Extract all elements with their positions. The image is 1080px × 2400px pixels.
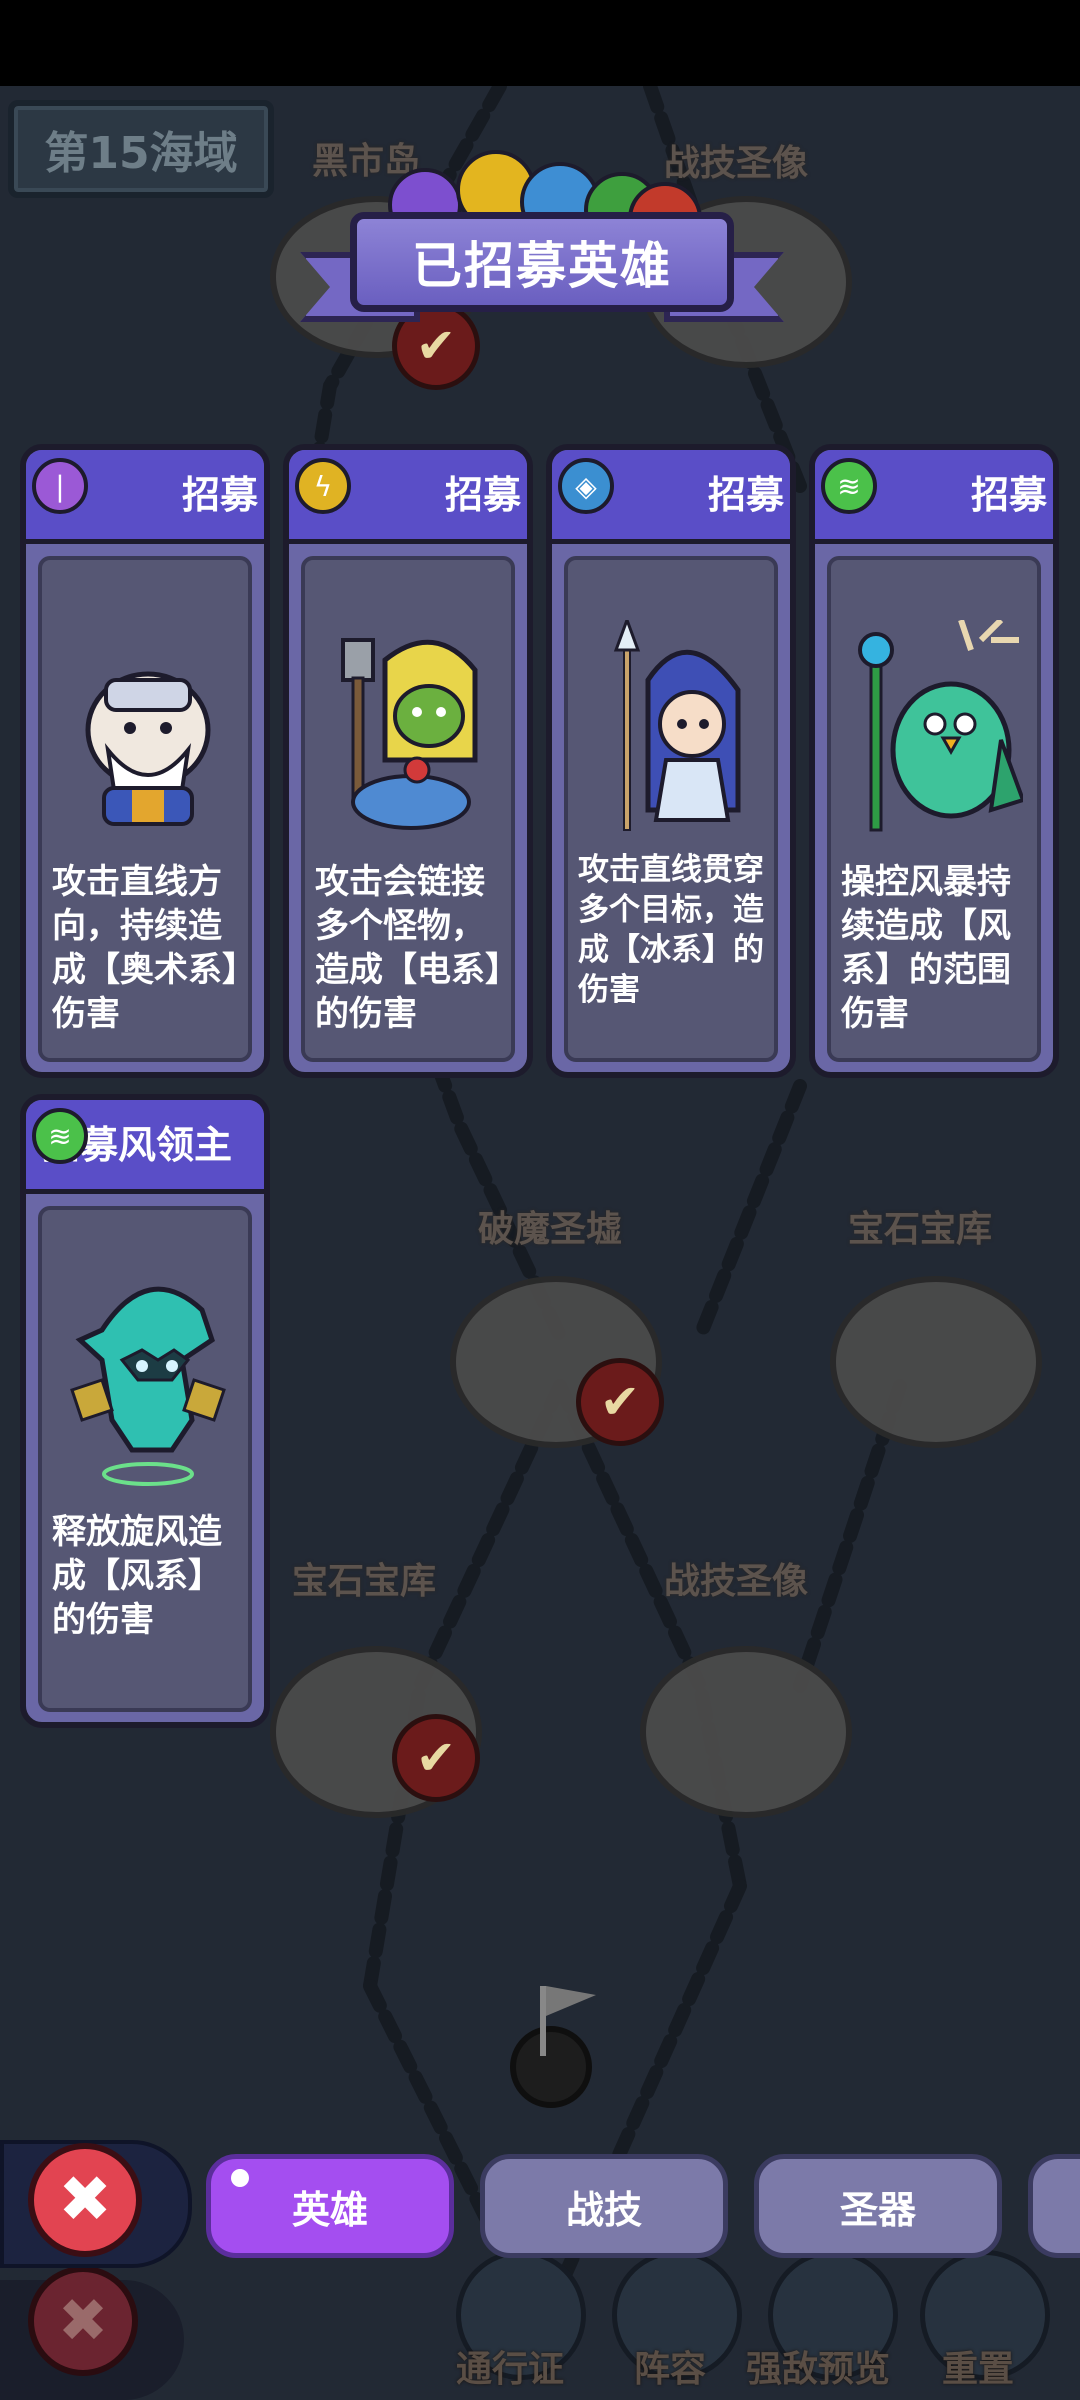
hero-card[interactable]: 招募 攻击直线方向，持续造成【奥术系】伤害 ❘ (20, 444, 270, 1078)
hero-portrait (613, 620, 741, 831)
card-description: 攻击直线方向，持续造成【奥术系】伤害 (52, 862, 239, 1034)
hero-portrait (341, 638, 478, 830)
ice-element-icon: ◈ (558, 458, 614, 514)
card-description: 攻击直线贯穿多个目标，造成【冰系】的伤害 (578, 852, 764, 1008)
hero-portrait (70, 1286, 226, 1486)
map-node-label: 战技圣像 (664, 143, 809, 184)
hero-card[interactable]: 招募 攻击直线贯穿多个目标，造成【冰系】的伤害 ◈ (546, 444, 796, 1078)
card-description: 释放旋风造成【风系】的伤害 (52, 1512, 222, 1640)
map-node-vault[interactable] (830, 1276, 1042, 1448)
hero-portrait (85, 671, 211, 826)
flag-pole-icon (540, 1986, 546, 2056)
wind-element-icon: ≋ (32, 1108, 88, 1164)
hero-card[interactable]: 招募 操控风暴持续造成【风系】的范围伤害 ≋ (809, 444, 1059, 1078)
close-button[interactable]: ✖ (28, 2143, 142, 2257)
completed-check-icon: ✔ (576, 1358, 664, 1446)
status-bar (0, 0, 1080, 86)
hero-portrait (858, 620, 1023, 832)
close-icon: ✖ (28, 2266, 138, 2376)
recruit-label: 招募 (707, 473, 784, 517)
page-title: 已招募英雄 (350, 212, 734, 312)
tab-active-dot (231, 2169, 249, 2187)
tab-label: 圣器 (839, 2187, 916, 2232)
nav-enemy-preview[interactable]: 强敌预览 (746, 2340, 890, 2392)
wind-element-icon: ≋ (821, 458, 877, 514)
map-node-label: 宝石宝库 (848, 1209, 993, 1250)
card-body: 释放旋风造成【风系】的伤害 (38, 1206, 252, 1712)
map-node-label: 破魔圣墟 (478, 1209, 623, 1250)
tab-label: 英雄 (291, 2187, 368, 2232)
card-description: 攻击会链接多个怪物，造成【电系】的伤害 (315, 862, 502, 1034)
tab-label: 战技 (565, 2187, 642, 2232)
recruit-label: 招募 (970, 473, 1047, 517)
sea-level-label: 第15海域 (8, 100, 274, 198)
map-node-label: 战技圣像 (664, 1561, 809, 1602)
hero-card[interactable]: 招募 攻击会链接多个怪物，造成【电系】的伤害 ϟ (283, 444, 533, 1078)
recruit-label: 招募 (444, 473, 521, 517)
title-ribbon: 已招募英雄 (300, 212, 784, 332)
close-icon: ✖ (58, 2163, 112, 2237)
start-flag-base (510, 2026, 592, 2108)
card-description: 操控风暴持续造成【风系】的范围伤害 (841, 862, 1011, 1034)
completed-check-icon: ✔ (392, 1714, 480, 1802)
tab-more[interactable] (1028, 2154, 1080, 2258)
electric-element-icon: ϟ (295, 458, 351, 514)
nav-reset[interactable]: 重置 (942, 2340, 1014, 2392)
map-node-label: 宝石宝库 (292, 1561, 437, 1602)
card-body: 攻击直线贯穿多个目标，造成【冰系】的伤害 (564, 556, 778, 1062)
recruit-label: 招募 (181, 473, 258, 517)
card-body: 操控风暴持续造成【风系】的范围伤害 (827, 556, 1041, 1062)
tab-heroes[interactable]: 英雄 (206, 2154, 454, 2258)
tab-relics[interactable]: 圣器 (754, 2154, 1002, 2258)
card-body: 攻击会链接多个怪物，造成【电系】的伤害 (301, 556, 515, 1062)
tab-skills[interactable]: 战技 (480, 2154, 728, 2258)
hero-card[interactable]: 招募风领主 释放旋风造成【风系】的伤害 ≋ (20, 1094, 270, 1728)
arcane-element-icon: ❘ (32, 458, 88, 514)
map-node-statue-2[interactable] (640, 1646, 852, 1818)
card-body: 攻击直线方向，持续造成【奥术系】伤害 (38, 556, 252, 1062)
nav-lineup[interactable]: 阵容 (634, 2340, 706, 2392)
nav-pass[interactable]: 通行证 (456, 2340, 564, 2392)
